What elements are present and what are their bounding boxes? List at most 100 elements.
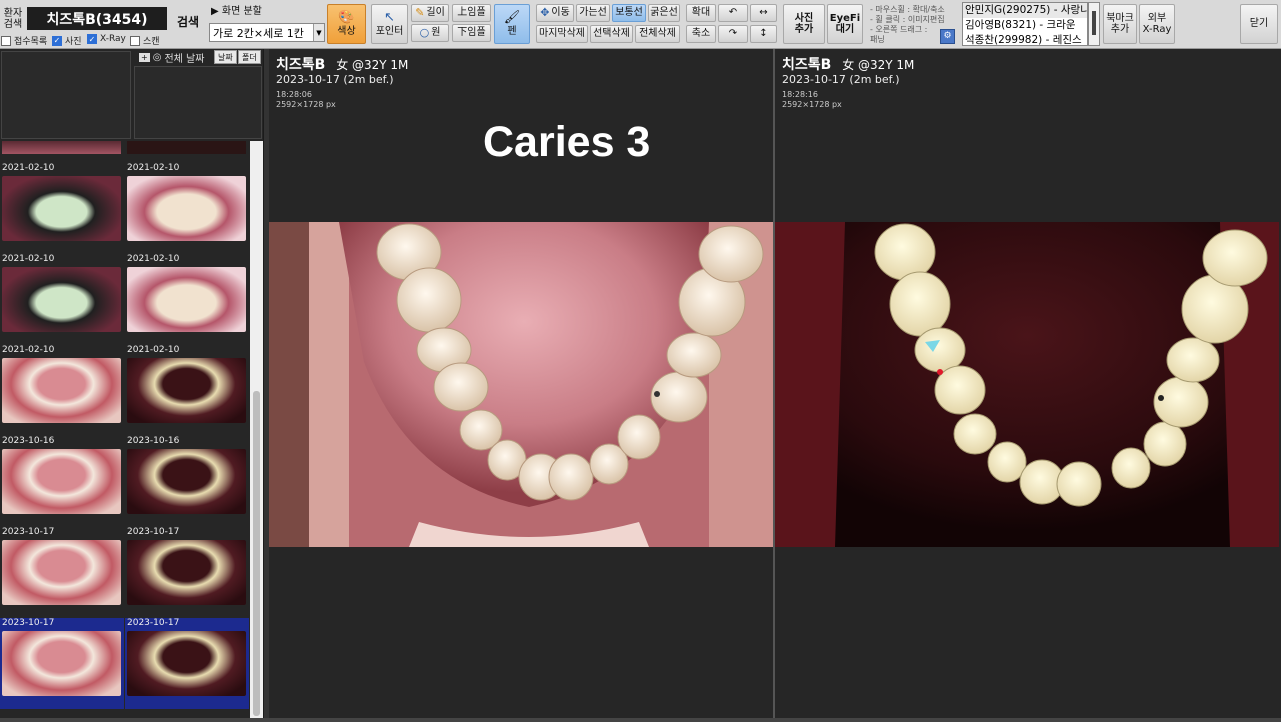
patient-info: 女 @32Y 1M	[842, 58, 915, 72]
thumbnail-item[interactable]: 2021-02-10	[0, 254, 124, 345]
checkbox-scan[interactable]: 스캔	[130, 34, 160, 47]
patient-info: 女 @32Y 1M	[336, 58, 409, 72]
waiting-patient-list[interactable]: 안민지G(290275) - 사랑니 김아영B(8321) - 크라운 석종찬(…	[962, 2, 1088, 46]
add-photo-button[interactable]: 사진 추가	[783, 4, 825, 44]
thumbnail-item[interactable]: 2021-02-10	[0, 345, 124, 436]
checkbox-box[interactable]	[1, 35, 11, 46]
bookmark-button[interactable]: 북마크 추가	[1103, 4, 1137, 44]
thumbnail-item[interactable]: 2021-02-10	[125, 163, 249, 254]
thumbnail-item[interactable]: 2023-10-17	[0, 618, 124, 709]
zoom-out-button[interactable]: 축소	[686, 25, 716, 43]
thumbnail-image[interactable]	[127, 267, 246, 332]
thumbnail-image[interactable]	[2, 631, 121, 696]
settings-icon[interactable]: ⚙	[940, 29, 955, 44]
thumbnail-date: 2021-02-10	[127, 254, 180, 264]
thumbnail-item[interactable]: 2021-02-10	[0, 163, 124, 254]
thumbnail-item[interactable]: 2023-10-17	[0, 527, 124, 618]
list-item[interactable]: 석종찬(299982) - 레진스	[963, 33, 1087, 45]
patient-list-scrollbar[interactable]	[1088, 2, 1100, 46]
viewer-patient-title: 치즈톡B 女 @32Y 1M	[782, 54, 914, 74]
checkbox-box[interactable]	[130, 35, 140, 46]
thumbnail-image[interactable]	[2, 358, 121, 423]
folder-tag-button[interactable]: 폴더	[238, 50, 261, 64]
delete-last-button[interactable]: 마지막삭제	[536, 25, 588, 43]
thumbnail-date: 2021-02-10	[127, 345, 180, 355]
list-item[interactable]: 안민지G(290275) - 사랑니	[963, 3, 1087, 18]
length-button[interactable]: ✎ 길이	[411, 4, 449, 22]
date-filter[interactable]: + ◎ 전체 날짜	[139, 50, 204, 65]
thumbnail-partial[interactable]	[127, 141, 246, 154]
lower-implant-button[interactable]: 下임플	[452, 24, 491, 42]
delete-selected-button[interactable]: 선택삭제	[590, 25, 633, 43]
thumbnail-item[interactable]: 2023-10-17	[125, 618, 249, 709]
thumbnail-scrollbar[interactable]	[250, 141, 263, 722]
intraoral-photo[interactable]	[269, 222, 773, 547]
thumbnail-image[interactable]	[127, 176, 246, 241]
color-button[interactable]: 🎨 색상	[327, 4, 366, 44]
thumbnail-partial[interactable]	[2, 141, 121, 154]
image-time: 18:28:16	[782, 90, 818, 99]
list-item[interactable]: 김아영B(8321) - 크라운	[963, 18, 1087, 33]
thumbnail-date: 2021-02-10	[127, 163, 180, 173]
search-button[interactable]: 검색	[171, 13, 205, 33]
thumbnail-date: 2021-02-10	[2, 254, 55, 264]
delete-all-button[interactable]: 전체삭제	[635, 25, 680, 43]
help-line: - 휠 클릭 : 이미지편집	[870, 15, 945, 24]
split-select[interactable]: 가로 2칸×세로 1칸 ▼	[209, 23, 325, 42]
image-viewer-right[interactable]: 치즈톡B 女 @32Y 1M 2023-10-17 (2m bef.) 18:2…	[775, 49, 1281, 722]
thumbnail-image[interactable]	[127, 358, 246, 423]
flip-vertical-icon[interactable]: ↕	[750, 25, 777, 43]
thumbnail-item[interactable]: 2023-10-16	[125, 436, 249, 527]
zoom-in-button[interactable]: 확대	[686, 4, 716, 22]
thumbnail-image[interactable]	[127, 540, 246, 605]
ruler-icon: ✎	[415, 5, 425, 19]
thumbnail-item[interactable]: 2023-10-16	[0, 436, 124, 527]
normal-line-button[interactable]: 보통선	[612, 4, 646, 22]
image-viewer-left[interactable]: 치즈톡B 女 @32Y 1M 2023-10-17 (2m bef.) 18:2…	[269, 49, 773, 722]
checkbox-xray[interactable]: ✓ X-Ray	[87, 34, 126, 44]
thumbnail-item[interactable]: 2021-02-10	[125, 254, 249, 345]
checkbox-reception[interactable]: 접수목록	[1, 34, 47, 47]
close-button[interactable]: 닫기	[1240, 4, 1278, 44]
dental-image-viewer: 환자 검색 치즈톡B(3454) 검색 접수목록 ✓ 사진 ✓ X-Ray 스캔 ▶…	[0, 0, 1281, 722]
thumbnail-item[interactable]: 2023-10-17	[125, 527, 249, 618]
circle-icon: ○	[419, 25, 430, 39]
rotate-left-icon[interactable]: ↶	[718, 4, 748, 22]
circle-button[interactable]: ○ 원	[411, 24, 449, 42]
move-icon: ✥	[540, 5, 550, 19]
thick-line-button[interactable]: 굵은선	[648, 4, 680, 22]
eyefi-button[interactable]: EyeFi 대기	[827, 4, 863, 44]
date-tag-button[interactable]: 날짜	[214, 50, 237, 64]
pointer-button[interactable]: ↖ 포인터	[371, 4, 408, 44]
thumbnail-image[interactable]	[127, 631, 246, 696]
expand-icon[interactable]: +	[139, 53, 150, 62]
chevron-down-icon[interactable]: ▼	[313, 24, 324, 41]
fluorescence-photo[interactable]	[775, 222, 1279, 547]
checkbox-photo[interactable]: ✓ 사진	[52, 34, 82, 47]
checkbox-box[interactable]: ✓	[52, 35, 62, 46]
thumbnail-image[interactable]	[2, 540, 121, 605]
thumbnail-image[interactable]	[2, 176, 121, 241]
pointer-icon: ↖	[384, 9, 395, 25]
help-text: - 마우스휠 : 확대/축소 - 휠 클릭 : 이미지편집 - 오른쪽 드래그 …	[870, 5, 945, 45]
all-dates-label: 전체 날짜	[164, 54, 205, 65]
patient-name-field[interactable]: 치즈톡B(3454)	[27, 7, 167, 30]
upper-implant-button[interactable]: 上임플	[452, 4, 491, 22]
pen-button[interactable]: 🖌 펜	[494, 4, 530, 44]
pointer-button-label: 포인터	[375, 25, 404, 37]
toolbar: 환자 검색 치즈톡B(3454) 검색 접수목록 ✓ 사진 ✓ X-Ray 스캔 ▶…	[0, 0, 1281, 49]
rotate-right-icon[interactable]: ↷	[718, 25, 748, 43]
thumbnail-image[interactable]	[2, 449, 121, 514]
scrollbar-thumb[interactable]	[253, 391, 260, 716]
thin-line-button[interactable]: 가는선	[576, 4, 610, 22]
move-button[interactable]: ✥ 이동	[536, 4, 574, 22]
external-xray-button[interactable]: 외부 X-Ray	[1139, 4, 1175, 44]
thumbnail-list: 2021-02-10 2021-02-10 2021-02-10 2021-02-10…	[0, 141, 250, 722]
fluorescence-photo-svg	[775, 222, 1279, 547]
checkbox-box[interactable]: ✓	[87, 34, 97, 44]
thumbnail-image[interactable]	[127, 449, 246, 514]
thumbnail-item[interactable]: 2021-02-10	[125, 345, 249, 436]
intraoral-photo-svg	[269, 222, 773, 547]
flip-horizontal-icon[interactable]: ↔	[750, 4, 777, 22]
thumbnail-image[interactable]	[2, 267, 121, 332]
